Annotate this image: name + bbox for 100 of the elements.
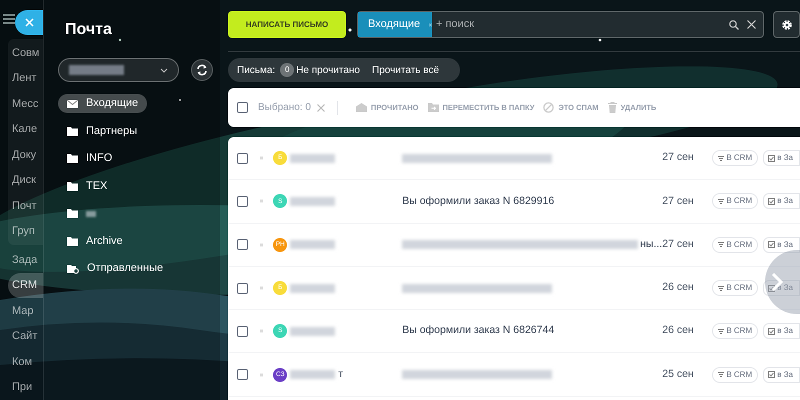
task-button[interactable]: в За [763,323,800,340]
task-button[interactable]: в За [763,150,800,166]
crm-button[interactable]: В CRM [712,236,758,253]
folder-label: Archive [86,234,123,249]
checkbox[interactable] [237,102,248,113]
settings-icon [780,18,792,30]
task-button[interactable]: в За [763,193,800,210]
filter-icon [718,156,724,161]
checkbox-icon [768,284,776,292]
checkbox-icon [768,154,776,162]
blurred-text [290,284,336,293]
folder-item[interactable]: Archive [58,232,220,250]
nav-item[interactable]: Мар [0,298,43,324]
filter-icon [718,328,724,334]
checkbox-icon [768,241,776,248]
checkbox[interactable] [237,239,248,250]
message-date: 26 сен [662,323,695,338]
blurred-text [290,370,336,380]
refresh-icon [196,64,208,76]
checkbox-icon [768,371,776,378]
filter-tag[interactable]: Входящие [358,12,432,37]
message-date: 27 сен [662,194,695,209]
folder-label: Входящие [86,96,138,112]
message-date: 27 сен [662,236,695,252]
blurred-text [290,326,336,336]
read-all-link[interactable]: Прочитать всё [372,62,440,78]
count-badge: 0 [280,63,294,77]
next-arrow-button[interactable] [765,250,800,314]
blurred-text [290,240,336,250]
folder-item[interactable]: INFO [58,149,220,168]
folder-label: Партнеры [86,124,138,139]
message-subject: Вы оформили заказ N 6826744 [402,323,554,338]
selected-count: Выбрано: 0 [258,101,311,115]
nav-item[interactable]: Зада [0,247,43,272]
blurred-text [290,154,336,163]
message-subject: ны... [640,236,662,252]
trash-icon [608,102,617,113]
checkbox[interactable] [237,326,248,337]
crm-button[interactable]: В CRM [712,280,758,296]
nav-item[interactable]: Лент [8,66,43,91]
checkbox[interactable] [237,196,248,207]
task-button[interactable]: в За [763,236,800,253]
refresh-button[interactable] [191,59,213,81]
crm-button[interactable]: В CRM [712,193,758,210]
folder-item[interactable]: Отправленные [58,259,220,278]
close-icon[interactable] [747,20,756,29]
crm-button[interactable]: В CRM [712,366,758,383]
folder-label: TEX [86,178,108,194]
folder-item[interactable]: TEX [58,176,220,196]
crm-button[interactable]: В CRM [712,323,758,340]
menu-icon[interactable] [3,14,15,24]
close-icon [24,18,34,27]
close-button[interactable] [15,10,43,35]
filter-icon [718,242,724,248]
nav-item[interactable]: Совм [8,40,43,66]
nav-item[interactable]: Доку [8,142,43,168]
chevron-right-icon [771,273,783,291]
folder-item[interactable]: Партнеры [58,122,220,140]
filter-icon [718,198,724,204]
search-field[interactable]: Входящие + поиск [357,11,764,38]
filter-icon [718,372,724,378]
sender-name: т [338,366,344,382]
nav-item[interactable]: Почт [8,193,43,218]
search-icon[interactable] [729,20,739,30]
ban-icon [543,102,554,113]
checkbox[interactable] [237,152,248,164]
nav-item[interactable]: При [0,374,43,400]
search-input[interactable]: + поиск [436,16,729,33]
nav-item[interactable]: Ком [0,349,43,374]
blurred-text [290,196,336,206]
counter-label: Письма: [237,64,276,78]
chevron-down-icon [160,68,168,72]
compose-button[interactable]: НАПИСАТЬ ПИСЬМО [228,11,346,38]
panel-title: Почта [65,20,113,38]
nav-item[interactable]: Кале [8,116,43,142]
message-date: 27 сен [662,150,695,166]
unread-link[interactable]: Не прочитано [296,62,360,78]
nav-item[interactable]: Сайт [0,324,43,349]
checkbox-icon [768,198,776,205]
blurred-text [69,65,124,75]
nav-item[interactable]: Диск [8,168,43,193]
checkbox-icon [768,328,776,335]
checkbox[interactable] [237,369,248,380]
nav-item[interactable]: Груп [8,218,43,244]
sent-folder-icon [67,264,79,274]
folder-item[interactable]: Входящие [58,94,148,113]
filter-icon [718,286,724,291]
task-button[interactable]: в За [763,366,800,383]
checkbox[interactable] [237,282,248,294]
settings-button[interactable] [773,11,800,38]
account-dropdown[interactable] [58,58,179,82]
folder-label: INFO [86,151,112,166]
nav-item[interactable]: Месс [8,91,43,116]
crm-button[interactable]: В CRM [712,150,758,166]
message-subject: Вы оформили заказ N 6829916 [402,194,554,209]
nav-item[interactable]: CRM [8,272,43,298]
message-date: 25 сен [662,366,695,382]
folder-label: Отправленные [87,261,164,276]
folder-arrow-icon [428,103,438,112]
message-date: 26 сен [662,280,695,296]
